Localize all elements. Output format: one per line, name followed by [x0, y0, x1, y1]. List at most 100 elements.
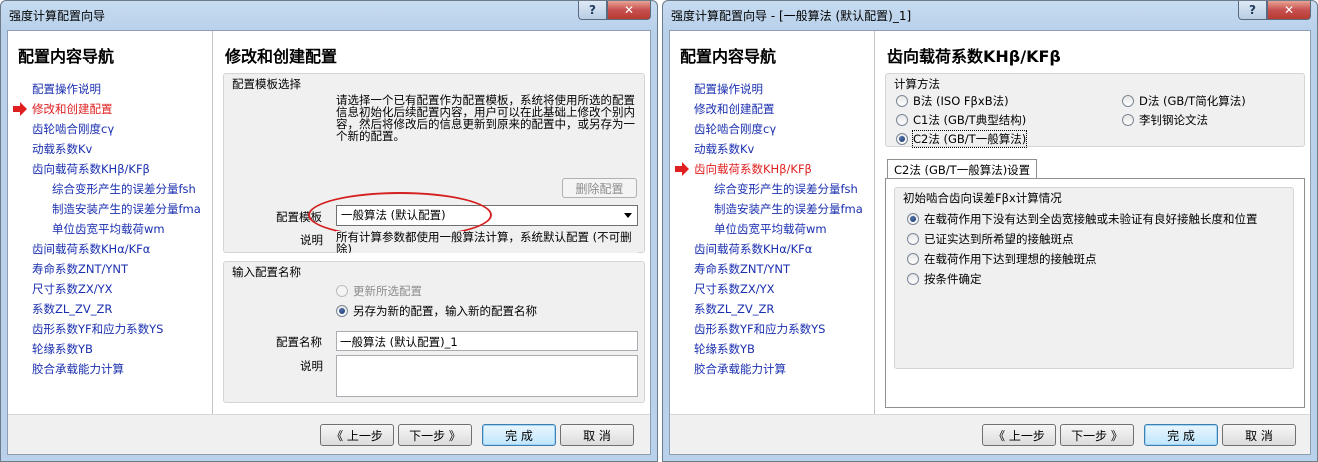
nav-item-instructions[interactable]: 配置操作说明 — [670, 79, 874, 99]
title-bar[interactable]: 强度计算配置向导 ? ✕ — [1, 1, 657, 29]
nav-item-zl-zv-zr[interactable]: 系数ZL_ZV_ZR — [8, 299, 212, 319]
window-title: 强度计算配置向导 — [9, 9, 106, 23]
nav-item-form-stress-factor[interactable]: 齿形系数YF和应力系数YS — [670, 319, 874, 339]
nav-item-transverse-load-factor[interactable]: 齿间载荷系数KHα/KFα — [670, 239, 874, 259]
nav-panel: 配置内容导航 配置操作说明 修改和创建配置 齿轮啮合刚度cγ 动载系数Kv 齿向… — [8, 31, 212, 414]
radio-label: 已证实达到所希望的接触斑点 — [924, 232, 1074, 246]
cancel-button[interactable]: 取 消 — [560, 424, 634, 446]
nav-title: 配置内容导航 — [18, 47, 115, 66]
nav-item-modify-create[interactable]: 修改和创建配置 — [670, 99, 874, 119]
client-area: 配置内容导航 配置操作说明 修改和创建配置 齿轮啮合刚度cγ 动载系数Kv 齿向… — [669, 30, 1311, 455]
method-b-radio[interactable]: B法 (ISO FβxB法) — [896, 92, 1009, 110]
nav-item-zl-zv-zr[interactable]: 系数ZL_ZV_ZR — [670, 299, 874, 319]
nav-item-mesh-stiffness[interactable]: 齿轮啮合刚度cγ — [8, 119, 212, 139]
contact-option-3-radio[interactable]: 在载荷作用下达到理想的接触斑点 — [907, 250, 1097, 268]
method-d-radio[interactable]: D法 (GB/T简化算法) — [1122, 92, 1246, 110]
radio-label: 李钊钢论文法 — [1139, 113, 1208, 127]
main-panel: 齿向载荷系数KHβ/KFβ 计算方法 B法 (ISO FβxB法) D法 (GB… — [875, 31, 1310, 414]
method-li-radio[interactable]: 李钊钢论文法 — [1122, 111, 1208, 129]
page-title: 齿向载荷系数KHβ/KFβ — [887, 47, 1061, 66]
contact-option-2-radio[interactable]: 已证实达到所希望的接触斑点 — [907, 230, 1074, 248]
nav-item-wm[interactable]: 单位齿宽平均载荷wm — [670, 219, 874, 239]
radio-label: 在载荷作用下没有达到全齿宽接触或未验证有良好接触长度和位置 — [924, 212, 1258, 226]
button-bar: 《 上一步 下一步 》 完 成 取 消 — [8, 414, 650, 454]
radio-checked-icon — [336, 305, 348, 317]
nav-item-fma[interactable]: 制造安装产生的误差分量fma — [8, 199, 212, 219]
help-icon[interactable]: ? — [1238, 1, 1267, 20]
radio-icon — [907, 253, 919, 265]
tab-c2-settings[interactable]: C2法 (GB/T一般算法)设置 — [887, 159, 1038, 180]
radio-label: C1法 (GB/T典型结构) — [913, 113, 1027, 127]
nav-item-dynamic-factor[interactable]: 动载系数Kv — [8, 139, 212, 159]
finish-button[interactable]: 完 成 — [482, 424, 556, 446]
radio-icon — [1122, 114, 1134, 126]
main-panel: 修改和创建配置 配置模板选择 请选择一个已有配置作为配置模板，系统将使用所选的配… — [213, 31, 650, 414]
button-bar: 《 上一步 下一步 》 完 成 取 消 — [670, 414, 1310, 454]
nav-item-dynamic-factor[interactable]: 动载系数Kv — [670, 139, 874, 159]
prev-button[interactable]: 《 上一步 — [982, 424, 1056, 446]
current-arrow-icon — [13, 102, 27, 116]
window-title: 强度计算配置向导 - [一般算法 (默认配置)_1] — [671, 9, 912, 23]
nav-item-size-factor[interactable]: 尺寸系数ZX/YX — [8, 279, 212, 299]
method-c2-radio[interactable]: C2法 (GB/T一般算法) — [896, 130, 1028, 148]
update-config-radio[interactable]: 更新所选配置 — [336, 282, 422, 300]
contact-option-4-radio[interactable]: 按条件确定 — [907, 270, 982, 288]
next-button[interactable]: 下一步 》 — [1060, 424, 1134, 446]
nav-item-fsh[interactable]: 综合变形产生的误差分量fsh — [8, 179, 212, 199]
config-name-label: 配置名称 — [276, 335, 322, 349]
save-as-new-radio[interactable]: 另存为新的配置，输入新的配置名称 — [336, 302, 537, 320]
nav-title: 配置内容导航 — [680, 47, 777, 66]
help-icon[interactable]: ? — [578, 1, 607, 20]
method-c1-radio[interactable]: C1法 (GB/T典型结构) — [896, 111, 1026, 129]
prev-button[interactable]: 《 上一步 — [320, 424, 394, 446]
config-name-group: 输入配置名称 更新所选配置 另存为新的配置，输入新的配置名称 配置名称 一般算法… — [223, 261, 645, 403]
nav-item-fsh[interactable]: 综合变形产生的误差分量fsh — [670, 179, 874, 199]
template-note-label: 说明 — [300, 233, 323, 247]
nav-item-instructions[interactable]: 配置操作说明 — [8, 79, 212, 99]
nav-item-wm[interactable]: 单位齿宽平均载荷wm — [8, 219, 212, 239]
nav-item-rim-factor[interactable]: 轮缘系数YB — [8, 339, 212, 359]
next-button[interactable]: 下一步 》 — [398, 424, 472, 446]
radio-icon — [336, 285, 348, 297]
wizard-window-right: 强度计算配置向导 - [一般算法 (默认配置)_1] ? ✕ 配置内容导航 配置… — [662, 0, 1318, 462]
config-name-input[interactable]: 一般算法 (默认配置)_1 — [336, 331, 638, 351]
nav-item-life-factor[interactable]: 寿命系数ZNT/YNT — [670, 259, 874, 279]
nav-item-mesh-stiffness[interactable]: 齿轮啮合刚度cγ — [670, 119, 874, 139]
nav-item-scuffing[interactable]: 胶合承载能力计算 — [670, 359, 874, 379]
cancel-button[interactable]: 取 消 — [1222, 424, 1296, 446]
config-note-input[interactable] — [336, 355, 638, 397]
group-title: 配置模板选择 — [232, 77, 301, 91]
nav-item-rim-factor[interactable]: 轮缘系数YB — [670, 339, 874, 359]
wizard-window-left: 强度计算配置向导 ? ✕ 配置内容导航 配置操作说明 修改和创建配置 齿轮啮合刚… — [0, 0, 658, 462]
nav-item-size-factor[interactable]: 尺寸系数ZX/YX — [670, 279, 874, 299]
nav-item-modify-create[interactable]: 修改和创建配置 — [8, 99, 212, 119]
delete-config-button[interactable]: 删除配置 — [562, 178, 637, 198]
radio-icon — [907, 273, 919, 285]
nav-item-fma[interactable]: 制造安装产生的误差分量fma — [670, 199, 874, 219]
radio-icon — [896, 95, 908, 107]
contact-option-1-radio[interactable]: 在载荷作用下没有达到全齿宽接触或未验证有良好接触长度和位置 — [907, 210, 1258, 228]
radio-icon — [1122, 95, 1134, 107]
radio-label: 按条件确定 — [924, 272, 982, 286]
nav-item-face-load-factor[interactable]: 齿向载荷系数KHβ/KFβ — [8, 159, 212, 179]
nav-item-transverse-load-factor[interactable]: 齿间载荷系数KHα/KFα — [8, 239, 212, 259]
radio-label: 在载荷作用下达到理想的接触斑点 — [924, 252, 1097, 266]
radio-icon — [896, 114, 908, 126]
finish-button[interactable]: 完 成 — [1144, 424, 1218, 446]
radio-icon — [907, 233, 919, 245]
nav-item-face-load-factor[interactable]: 齿向载荷系数KHβ/KFβ — [670, 159, 874, 179]
nav-item-life-factor[interactable]: 寿命系数ZNT/YNT — [8, 259, 212, 279]
close-icon[interactable]: ✕ — [607, 1, 651, 20]
nav-item-form-stress-factor[interactable]: 齿形系数YF和应力系数YS — [8, 319, 212, 339]
nav-item-label: 齿向载荷系数KHβ/KFβ — [694, 162, 812, 176]
group-title: 初始啮合齿向误差Fβx计算情况 — [903, 191, 1062, 205]
nav-item-scuffing[interactable]: 胶合承载能力计算 — [8, 359, 212, 379]
radio-checked-icon — [896, 133, 908, 145]
nav-list: 配置操作说明 修改和创建配置 齿轮啮合刚度cγ 动载系数Kv 齿向载荷系数KHβ… — [8, 79, 212, 379]
close-icon[interactable]: ✕ — [1267, 1, 1311, 20]
radio-label: D法 (GB/T简化算法) — [1139, 94, 1246, 108]
chevron-down-icon — [624, 213, 632, 218]
template-group: 配置模板选择 请选择一个已有配置作为配置模板，系统将使用所选的配置信息初始化后续… — [223, 73, 645, 253]
title-bar[interactable]: 强度计算配置向导 - [一般算法 (默认配置)_1] ? ✕ — [663, 1, 1317, 29]
current-arrow-icon — [675, 162, 689, 176]
